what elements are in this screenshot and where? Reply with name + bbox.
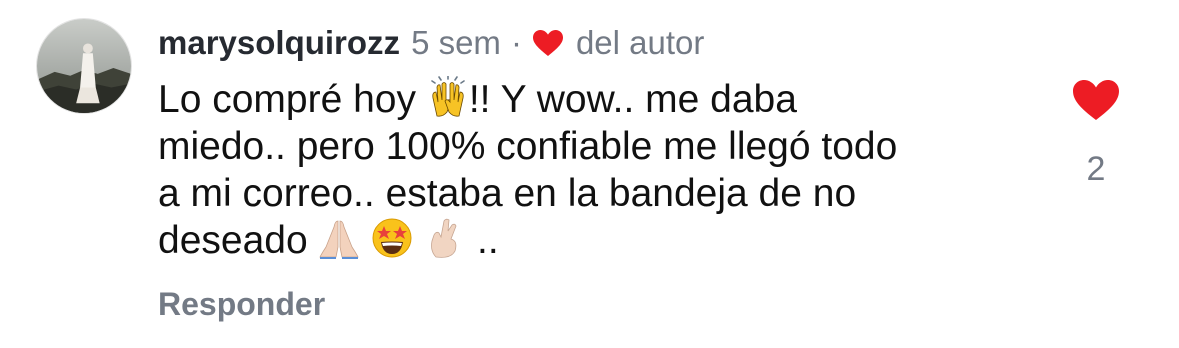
text-segment: deseado xyxy=(158,219,319,262)
avatar[interactable] xyxy=(36,18,132,114)
star-struck-emoji xyxy=(371,217,413,259)
text-segment: a mi correo.. estaba en la bandeja de no xyxy=(158,172,857,215)
like-count: 2 xyxy=(1086,150,1106,188)
reply-button[interactable]: Responder xyxy=(158,286,325,323)
comment-text: Lo compré hoy !! Y wow.. me daba miedo..… xyxy=(158,76,1018,264)
text-segment: .. xyxy=(466,219,499,262)
comment-line-4: deseado .. xyxy=(158,217,1018,264)
raising-hands-emoji xyxy=(427,76,469,118)
text-segment: !! Y wow.. me daba xyxy=(468,78,797,121)
avatar-photo xyxy=(37,19,131,113)
comment-line-2: miedo.. pero 100% confiable me llegó tod… xyxy=(158,123,1018,170)
text-segment: miedo.. pero 100% confiable me llegó tod… xyxy=(158,125,898,168)
comment-meta: marysolquirozz 5 sem · del autor xyxy=(158,18,1038,68)
text-segment: Lo compré hoy xyxy=(158,78,427,121)
author-liked-heart-icon xyxy=(532,30,563,56)
folded-hands-emoji xyxy=(318,217,360,259)
separator-dot: · xyxy=(510,24,522,61)
comment-time: 5 sem xyxy=(411,24,501,61)
crossed-fingers-emoji xyxy=(424,217,466,259)
like-heart-icon[interactable] xyxy=(1071,78,1121,122)
username-link[interactable]: marysolquirozz xyxy=(158,24,400,62)
comment-line-3: a mi correo.. estaba en la bandeja de no xyxy=(158,170,1018,217)
comment-item: marysolquirozz 5 sem · del autor Lo comp… xyxy=(0,0,1179,348)
comment-line-1: Lo compré hoy !! Y wow.. me daba xyxy=(158,76,1018,123)
like-area: 2 xyxy=(1060,78,1132,189)
author-liked-label: del autor xyxy=(575,24,705,61)
comment-body: marysolquirozz 5 sem · del autor Lo comp… xyxy=(158,18,1038,264)
